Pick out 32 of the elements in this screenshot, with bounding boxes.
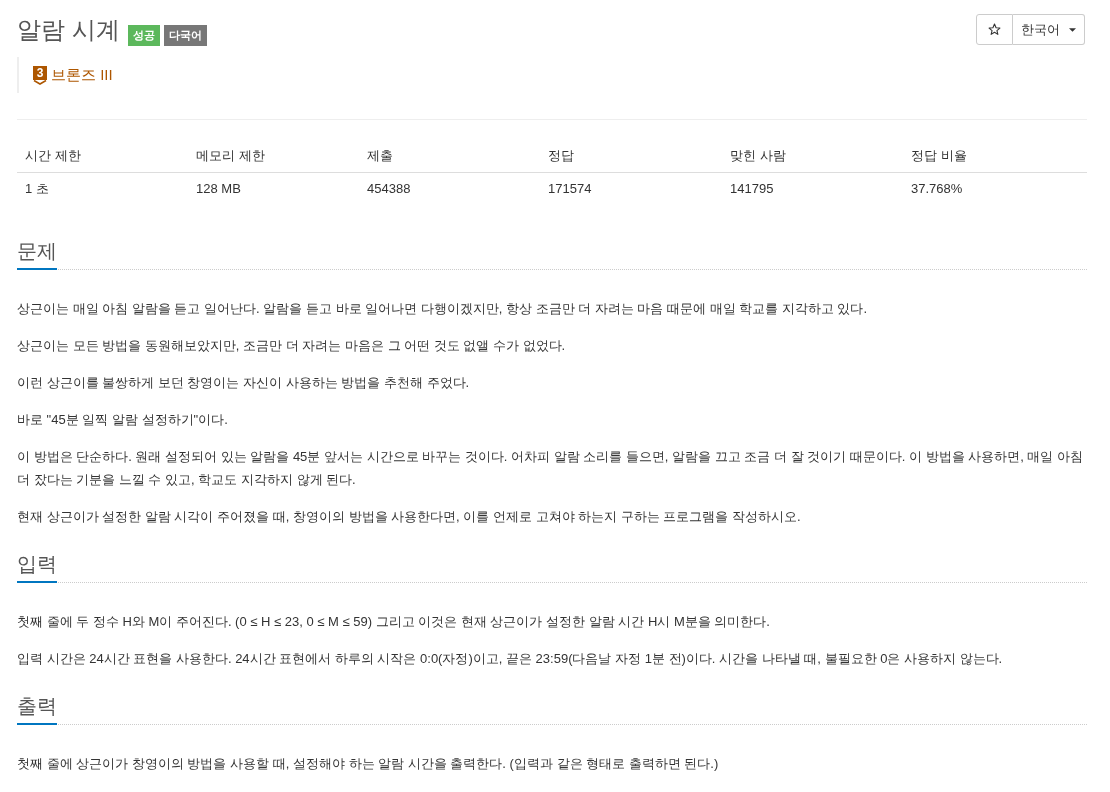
column-header: 제출 (359, 140, 540, 172)
column-header: 맞힌 사람 (722, 140, 903, 172)
table-cell: 37.768% (903, 172, 1087, 204)
table-cell: 141795 (722, 172, 903, 204)
section-heading: 문제 (17, 237, 57, 270)
paragraph-text: 현재 상근이가 설정한 알람 시각이 주어졌을 때, 창영이의 방법을 사용한다면, 이를 언제로 고쳐야 하는지 구하는 프로그램을 작성하시오. (17, 508, 802, 526)
paragraph-text: 상근이는 모든 방법을 동원해보았지만, 조금만 더 자려는 마음은 그 어떤 것도 없앨 수가 없었다. (17, 337, 567, 355)
paragraph-text: 이 방법은 단순하다. 원래 설정되어 있는 알람을 45분 앞서는 시간으로 바꾸는 것이다. 어차피 알람 소리를 들으면, 알람을 끄고 조금 더 잘 것이기 때문이다. 이 방법을 사용하면, 매일 아침 더 잤다는 기분을 느낄 수 있고, 학교도 지각하지 않게 된다. (17, 448, 1085, 489)
column-header: 정답 비율 (903, 140, 1087, 172)
section-heading: 출력 (17, 692, 57, 725)
paragraph-text: 입력 시간은 24시간 표현을 사용한다. 24시간 표현에서 하루의 시작은 0:0(자정)이고, 끝은 23:59(다음날 자정 1분 전)이다. 시간을 나타낼 때, 불필요한 0은 사용하지 않는다. (17, 650, 1004, 668)
tier-link[interactable]: 브론즈 III (51, 65, 113, 85)
language-dropdown[interactable]: 한국어 (1013, 14, 1085, 45)
paragraph-text: 바로 "45분 일찍 알람 설정하기"이다. (17, 411, 229, 429)
paragraph-text: 첫째 줄에 두 정수 H와 M이 주어진다. (0 ≤ H ≤ 23, 0 ≤ M ≤ 59) 그리고 이것은 현재 상근이가 설정한 알람 시간 H시 M분을 의미한다. (17, 613, 771, 631)
problem-title: 알람 시계 (17, 15, 120, 45)
table-cell: 171574 (540, 172, 722, 204)
star-button[interactable] (976, 14, 1013, 45)
section-heading: 입력 (17, 550, 57, 583)
table-cell: 454388 (359, 172, 540, 204)
paragraph-text: 이런 상근이를 불쌍하게 보던 창영이는 자신이 사용하는 방법을 추천해 주었다. (17, 374, 471, 392)
label-badge: 성공 (127, 25, 160, 46)
label-badge: 다국어 (163, 25, 207, 46)
paragraph-text: 첫째 줄에 상근이가 창영이의 방법을 사용할 때, 설정해야 하는 알람 시간을 출력한다. (입력과 같은 형태로 출력하면 된다.) (17, 755, 720, 773)
paragraph-text: 상근이는 매일 아침 알람을 듣고 일어난다. 알람을 듣고 바로 일어나면 다행이겠지만, 항상 조금만 더 자려는 마음 때문에 매일 학교를 지각하고 있다. (17, 300, 869, 318)
column-header: 시간 제한 (17, 140, 188, 172)
table-cell: 128 MB (188, 172, 359, 204)
star-icon (988, 23, 1001, 36)
caret-icon (1069, 27, 1076, 32)
column-header: 정답 (540, 140, 722, 172)
column-header: 메모리 제한 (188, 140, 359, 172)
table-cell: 1 초 (17, 172, 188, 204)
